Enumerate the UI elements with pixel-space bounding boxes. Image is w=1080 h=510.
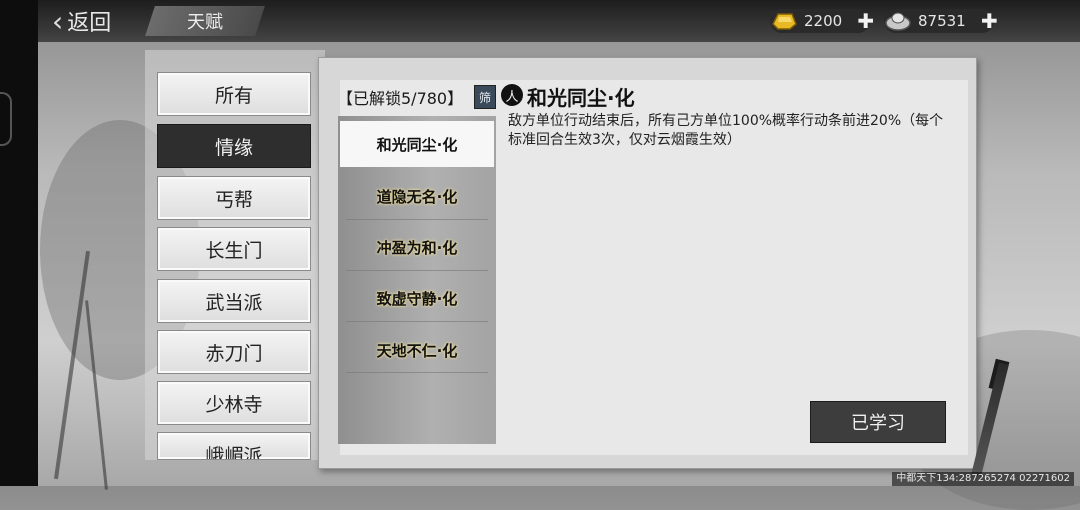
- gold-ingot-icon: [772, 13, 797, 30]
- category-all[interactable]: 所有: [157, 72, 311, 116]
- category-shaolin[interactable]: 少林寺: [157, 381, 311, 425]
- skill-title: 和光同尘·化: [527, 86, 635, 110]
- skill-item[interactable]: 道隐无名·化: [338, 173, 496, 219]
- category-panel: 所有 情缘 丐帮 长生门 武当派 赤刀门 少林寺 峨嵋派: [145, 50, 325, 460]
- category-emei[interactable]: 峨嵋派: [157, 432, 311, 460]
- category-wudang[interactable]: 武当派: [157, 279, 311, 323]
- silver-currency: 87531 ✚: [884, 7, 998, 35]
- silver-amount: 87531: [918, 12, 966, 30]
- category-changsheng[interactable]: 长生门: [157, 227, 311, 271]
- chevron-left-icon: ‹: [52, 4, 64, 38]
- add-silver-button[interactable]: ✚: [981, 9, 998, 33]
- skill-description: 敌方单位行动结束后，所有己方单位100%概率行动条前进20%（每个标准回合生效3…: [508, 113, 944, 148]
- add-gold-button[interactable]: ✚: [857, 9, 874, 33]
- server-id-label: 中都天下134:287265274 02271602: [892, 472, 1074, 486]
- screen-edge: [0, 0, 38, 486]
- skill-item[interactable]: 天地不仁·化: [338, 327, 496, 373]
- learned-button[interactable]: 已学习: [810, 401, 946, 443]
- back-button[interactable]: ‹ 返回: [52, 4, 111, 38]
- skill-item[interactable]: 和光同尘·化: [340, 121, 494, 167]
- gold-amount: 2200: [804, 12, 843, 30]
- page-title: 天赋: [187, 12, 223, 33]
- divider: [346, 321, 488, 322]
- skill-type-icon: 人: [501, 84, 523, 106]
- category-beggar-sect[interactable]: 丐帮: [157, 176, 311, 220]
- skill-item[interactable]: 致虚守静·化: [338, 275, 496, 321]
- divider: [346, 219, 488, 220]
- gold-currency: 2200 ✚: [770, 7, 874, 35]
- divider: [346, 270, 488, 271]
- skill-item[interactable]: 冲盈为和·化: [338, 224, 496, 270]
- category-chidao[interactable]: 赤刀门: [157, 330, 311, 374]
- unlock-status: 【已解锁5/780】: [337, 89, 464, 108]
- silver-ingot-icon: [885, 12, 911, 31]
- filter-button[interactable]: 筛: [474, 85, 496, 109]
- back-label: 返回: [67, 11, 112, 36]
- category-romance[interactable]: 情缘: [157, 124, 311, 168]
